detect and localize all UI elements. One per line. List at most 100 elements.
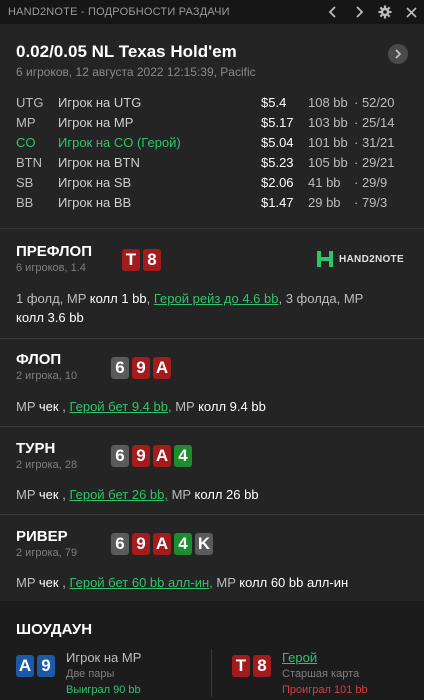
- action-value: колл 3.6 bb: [16, 310, 84, 325]
- showdown-right-player[interactable]: Герой: [282, 650, 317, 665]
- player-position: UTG: [16, 95, 44, 110]
- player-position: BTN: [16, 155, 42, 170]
- showdown-right-desc: Старшая карта: [282, 668, 360, 680]
- window-title: HAND2NOTE - ПОДРОБНОСТИ РАЗДАЧИ: [8, 6, 230, 18]
- player-name[interactable]: Игрок на UTG: [58, 95, 141, 110]
- action-text: MP: [16, 487, 39, 502]
- playing-card: 8: [253, 655, 271, 677]
- playing-card: A: [153, 533, 171, 555]
- action-text: MP: [16, 399, 39, 414]
- action-text: ,: [58, 575, 70, 590]
- turn-cards: 69A4: [111, 445, 192, 467]
- player-row[interactable]: UTG Игрок на UTG $5.4 108 bb · 52/20: [16, 95, 416, 115]
- title-bar: HAND2NOTE - ПОДРОБНОСТИ РАЗДАЧИ: [0, 0, 424, 24]
- players-table: UTG Игрок на UTG $5.4 108 bb · 52/20 MP …: [16, 95, 416, 215]
- river-actions: MP чек , Герой бет 60 bb алл-ин, MP колл…: [16, 573, 396, 592]
- player-stack-bb: 103 bb: [308, 115, 348, 130]
- showdown-right-result: Проиграл 101 bb: [282, 684, 368, 696]
- playing-card: T: [122, 249, 140, 271]
- close-icon[interactable]: [398, 0, 424, 24]
- player-row-hero[interactable]: CO Игрок на CO (Герой) $5.04 101 bb · 31…: [16, 135, 416, 155]
- next-hand-button[interactable]: [388, 44, 408, 64]
- flop-actions: MP чек , Герой бет 9.4 bb, MP колл 9.4 b…: [16, 397, 396, 416]
- hand2note-logo-text: HAND2NOTE: [339, 253, 404, 265]
- playing-card: 9: [132, 533, 150, 555]
- showdown-left-desc: Две пары: [66, 668, 115, 680]
- playing-card: 9: [132, 357, 150, 379]
- hand2note-logo-icon: [317, 251, 333, 267]
- action-text: ,: [146, 291, 154, 306]
- showdown-left-player: Игрок на MP: [66, 650, 142, 665]
- player-row[interactable]: MP Игрок на MP $5.17 103 bb · 25/14: [16, 115, 416, 135]
- hand-header: 0.02/0.05 NL Texas Hold'em 6 игроков, 12…: [16, 42, 408, 79]
- playing-card: 9: [132, 445, 150, 467]
- playing-card: A: [153, 357, 171, 379]
- player-name[interactable]: Игрок на BTN: [58, 155, 140, 170]
- chevron-right-icon[interactable]: [346, 0, 372, 24]
- action-value: чек: [38, 487, 59, 502]
- player-stack-bb: 101 bb: [308, 135, 348, 150]
- preflop-actions: 1 фолд, MP колл 1 bb, Герой рейз до 4.6 …: [16, 289, 396, 327]
- player-stack-bb: 105 bb: [308, 155, 348, 170]
- hero-action-link[interactable]: Герой бет 9.4 bb,: [69, 399, 171, 414]
- player-stack-bb: 41 bb: [308, 175, 341, 190]
- player-stats: · 52/20: [354, 95, 395, 110]
- showdown-right-cards: T8: [232, 655, 271, 677]
- player-name[interactable]: Игрок на SB: [58, 175, 131, 190]
- action-text: MP: [212, 575, 240, 590]
- action-text: MP: [167, 487, 195, 502]
- street-sub-river: 2 игрока, 79: [16, 547, 78, 559]
- street-sub-turn: 2 игрока, 28: [16, 459, 78, 471]
- player-stack: $5.17: [261, 115, 294, 130]
- action-value: колл 60 bb алл-ин: [239, 575, 349, 590]
- gear-icon[interactable]: [372, 0, 398, 24]
- chevron-left-icon[interactable]: [320, 0, 346, 24]
- playing-card: A: [16, 655, 34, 677]
- player-stack-bb: 108 bb: [308, 95, 348, 110]
- player-name[interactable]: Игрок на MP: [58, 115, 133, 130]
- player-row[interactable]: BB Игрок на BB $1.47 29 bb · 79/3: [16, 195, 416, 215]
- action-text: MP: [171, 399, 199, 414]
- player-name[interactable]: Игрок на BB: [58, 195, 131, 210]
- player-name[interactable]: Игрок на CO (Герой): [58, 135, 181, 150]
- hero-action-link[interactable]: Герой бет 26 bb,: [69, 487, 168, 502]
- action-text: ,: [58, 399, 70, 414]
- divider: [0, 426, 424, 427]
- turn-actions: MP чек , Герой бет 26 bb, MP колл 26 bb: [16, 485, 396, 504]
- player-stats: · 29/21: [354, 155, 395, 170]
- action-value: чек: [38, 575, 59, 590]
- divider: [0, 228, 424, 229]
- action-value: чек: [38, 399, 59, 414]
- action-text: MP: [16, 575, 39, 590]
- player-row[interactable]: BTN Игрок на BTN $5.23 105 bb · 29/21: [16, 155, 416, 175]
- playing-card: 6: [111, 533, 129, 555]
- river-cards: 69A4K: [111, 533, 213, 555]
- flop-cards: 69A: [111, 357, 171, 379]
- player-stack-bb: 29 bb: [308, 195, 341, 210]
- player-row[interactable]: SB Игрок на SB $2.06 41 bb · 29/9: [16, 175, 416, 195]
- player-position: CO: [16, 135, 36, 150]
- street-sub-flop: 2 игрока, 10: [16, 370, 78, 382]
- playing-card: K: [195, 533, 213, 555]
- action-text: 1 фолд, MP: [16, 291, 90, 306]
- showdown-section: ШОУДАУН A9 Игрок на MP Две пары Выиграл …: [0, 601, 424, 700]
- game-subtitle: 6 игроков, 12 августа 2022 12:15:39, Pac…: [16, 65, 256, 79]
- action-value: колл 1 bb: [89, 291, 147, 306]
- showdown-title: ШОУДАУН: [16, 621, 93, 638]
- player-stack: $5.23: [261, 155, 294, 170]
- player-stack: $5.04: [261, 135, 294, 150]
- player-stack: $2.06: [261, 175, 294, 190]
- street-title-turn: ТУРН: [16, 440, 56, 457]
- player-stack: $1.47: [261, 195, 294, 210]
- playing-card: T: [232, 655, 250, 677]
- hero-action-link[interactable]: Герой рейз до 4.6 bb: [154, 291, 279, 306]
- divider: [0, 338, 424, 339]
- playing-card: 9: [37, 655, 55, 677]
- street-title-flop: ФЛОП: [16, 351, 62, 368]
- showdown-left-result: Выиграл 90 bb: [66, 684, 141, 696]
- street-sub-preflop: 6 игроков, 1.4: [16, 262, 86, 274]
- hero-action-link[interactable]: Герой бет 60 bb алл-ин,: [69, 575, 212, 590]
- player-stats: · 25/14: [354, 115, 395, 130]
- player-stats: · 31/21: [354, 135, 395, 150]
- player-position: BB: [16, 195, 34, 210]
